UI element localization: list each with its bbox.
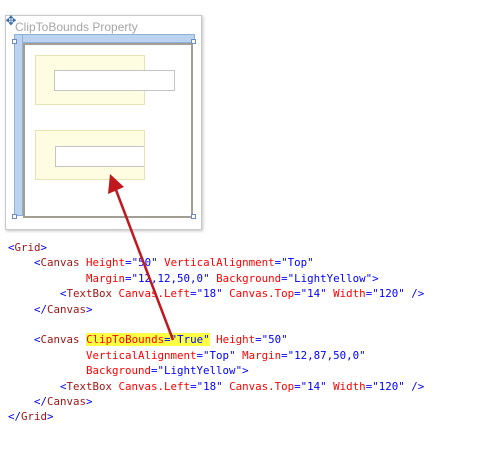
red-arrow-icon: [108, 174, 175, 341]
